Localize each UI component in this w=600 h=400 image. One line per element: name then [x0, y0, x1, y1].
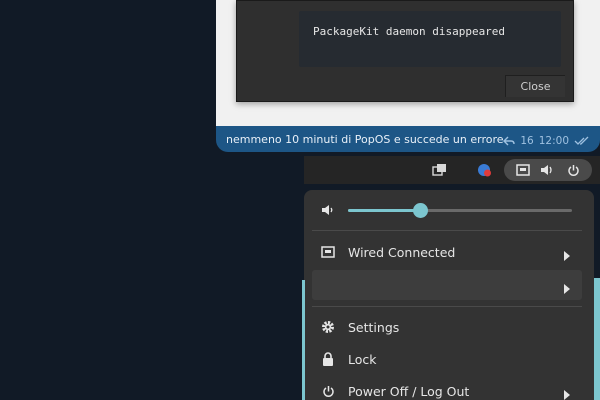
error-text: PackageKit daemon disappeared — [313, 25, 506, 38]
workspaces-icon[interactable] — [432, 162, 448, 178]
chevron-right-icon — [564, 385, 570, 400]
power-icon — [566, 163, 580, 177]
chevron-right-icon — [564, 279, 570, 298]
menu-item-lock[interactable]: Lock — [312, 345, 582, 373]
network-wired-icon — [516, 163, 530, 177]
volume-icon — [540, 163, 554, 177]
menu-item-label: Lock — [348, 351, 377, 367]
message-text: nemmeno 10 minuti di PopOS e succede un … — [226, 133, 504, 146]
network-wired-icon — [320, 244, 336, 260]
double-check-icon — [574, 136, 590, 146]
volume-icon[interactable] — [320, 202, 336, 218]
menu-item-settings[interactable]: Settings — [312, 313, 582, 341]
app-indicator-icon[interactable] — [476, 162, 492, 178]
menu-item-label: Wired Connected — [348, 244, 456, 260]
lock-icon — [320, 351, 336, 367]
reply-count: 16 — [520, 135, 534, 147]
menu-separator — [312, 306, 582, 307]
message-image[interactable]: PackageKit daemon disappeared Close — [216, 0, 600, 126]
menu-item-power[interactable]: Power Off / Log Out — [312, 377, 582, 400]
gear-icon — [320, 319, 336, 335]
power-icon — [320, 383, 336, 399]
message-time: 12:00 — [538, 135, 569, 147]
volume-slider-handle[interactable] — [413, 203, 428, 218]
error-dialog: PackageKit daemon disappeared Close — [236, 0, 574, 102]
window-accent-border — [302, 280, 305, 400]
dialog-close-button[interactable]: Close — [505, 75, 565, 97]
menu-item-label: Power Off / Log Out — [348, 383, 470, 399]
chat-message[interactable]: PackageKit daemon disappeared Close nemm… — [216, 0, 600, 152]
menu-item-wired[interactable]: Wired Connected — [312, 238, 582, 266]
window-accent-border — [594, 278, 600, 400]
menu-item-unlabeled-submenu[interactable] — [312, 270, 582, 300]
volume-slider[interactable] — [348, 203, 572, 218]
message-meta: 16 12:00 — [503, 135, 590, 147]
volume-slider-fill — [348, 209, 420, 212]
reply-icon[interactable] — [503, 136, 516, 146]
error-message-box: PackageKit daemon disappeared — [299, 11, 561, 67]
chevron-right-icon — [564, 246, 570, 265]
menu-separator — [312, 230, 582, 231]
menu-item-label: Settings — [348, 319, 400, 335]
